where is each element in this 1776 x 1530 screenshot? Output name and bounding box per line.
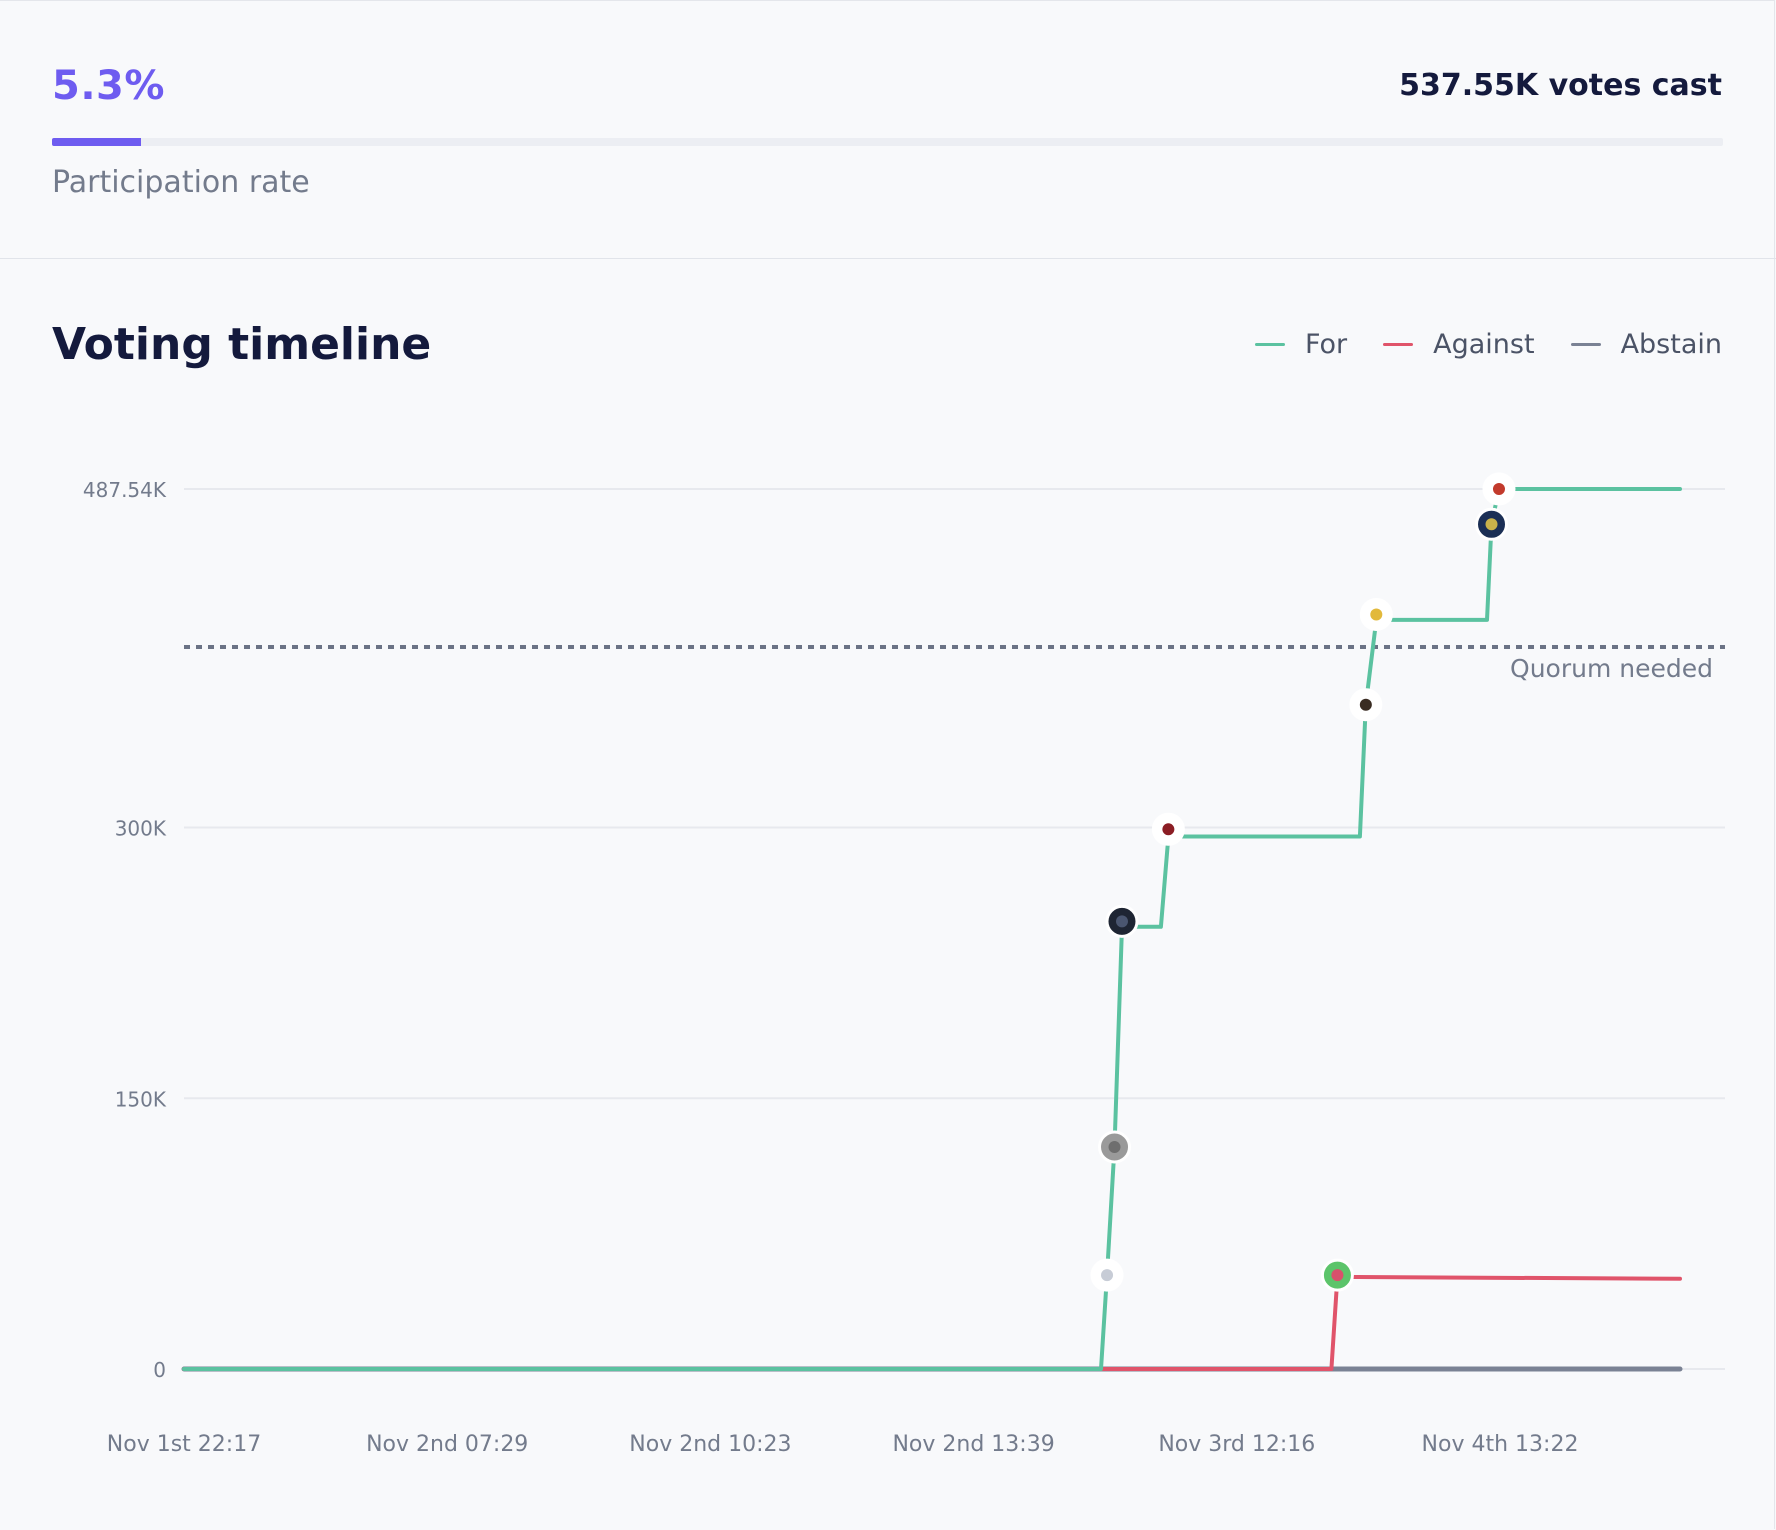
participation-rate-value: 5.3% [52, 63, 165, 109]
pixel-logo-avatar-icon-glyph [1115, 915, 1128, 928]
participation-rate-label: Participation rate [52, 165, 310, 200]
y-tick-label: 300K [115, 817, 167, 841]
series-line-for [182, 487, 1682, 1371]
green-face-avatar-icon-glyph [1331, 1269, 1344, 1282]
y-tick-label: 487.54K [83, 478, 167, 502]
votes-cast-total: 537.55K votes cast [1399, 68, 1722, 103]
voting-results-card: 5.3% 537.55K votes cast Participation ra… [0, 0, 1776, 1529]
legend-label-against: Against [1433, 329, 1535, 360]
x-tick-label: Nov 3rd 12:16 [1158, 1432, 1315, 1457]
x-tick-label: Nov 1st 22:17 [107, 1432, 261, 1457]
voting-timeline-title: Voting timeline [52, 319, 432, 370]
red-bull-avatar-icon-glyph [1492, 483, 1505, 495]
legend-item-against[interactable]: Against [1383, 329, 1535, 360]
legend-label-for: For [1304, 329, 1348, 360]
section-divider [0, 258, 1776, 259]
legend-swatch-against [1383, 343, 1414, 346]
y-tick-label: 0 [153, 1358, 166, 1382]
x-tick-label: Nov 2nd 10:23 [629, 1432, 791, 1457]
x-tick-label: Nov 4th 13:22 [1422, 1432, 1579, 1457]
red-hexagon-avatar-icon-glyph [1162, 823, 1175, 836]
x-tick-label: Nov 2nd 07:29 [366, 1432, 528, 1457]
gold-coins-avatar-icon-glyph [1370, 608, 1383, 621]
gray-sphere-avatar-icon-glyph [1108, 1140, 1121, 1153]
legend-swatch-abstain [1570, 343, 1601, 346]
legend-label-abstain: Abstain [1620, 329, 1722, 360]
x-tick-label: Nov 2nd 13:39 [892, 1432, 1054, 1457]
network-avatar-icon-glyph [1101, 1269, 1114, 1282]
participation-progress-bar [52, 138, 1723, 146]
y-tick-label: 150K [115, 1087, 167, 1111]
quorum-label: Quorum needed [1510, 654, 1713, 683]
chart-legend: For Against Abstain [1254, 329, 1722, 360]
voting-timeline-chart: 0 150K 300K 487.54K Nov 1st 22:17 Nov 2nd 07:… [83, 472, 1725, 1457]
participation-progress-fill [52, 138, 141, 146]
m-logo-avatar-icon-glyph [1485, 518, 1498, 531]
series-line-against [182, 1274, 1682, 1371]
legend-item-for[interactable]: For [1254, 329, 1348, 360]
legend-item-abstain[interactable]: Abstain [1570, 329, 1722, 360]
legend-swatch-for [1254, 343, 1285, 346]
portrait-avatar-icon-glyph [1359, 698, 1372, 711]
